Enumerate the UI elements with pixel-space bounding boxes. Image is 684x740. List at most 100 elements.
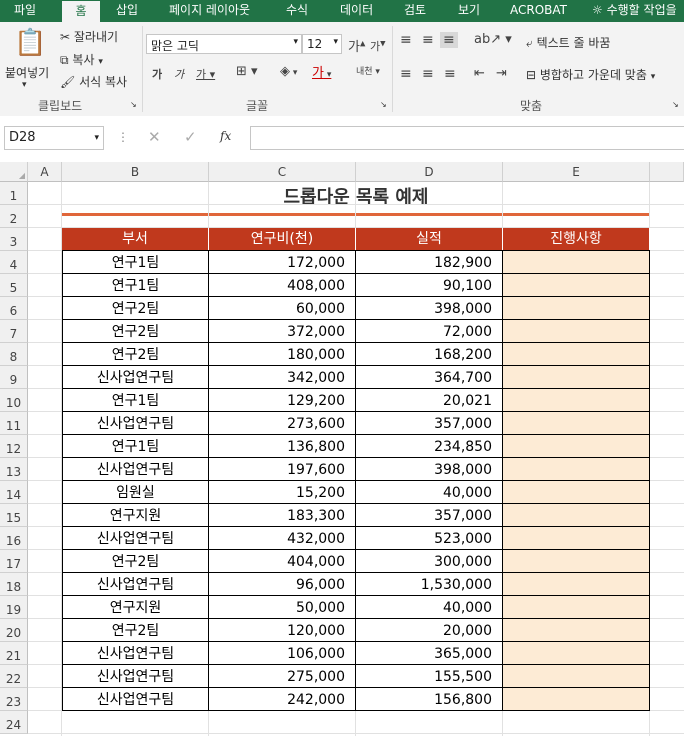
cell-department[interactable]: 신사업연구팀 <box>62 573 209 596</box>
fill-color-icon[interactable]: ◈ ▾ <box>280 64 297 79</box>
cell-department[interactable]: 신사업연구팀 <box>62 642 209 665</box>
cell-budget[interactable]: 106,000 <box>209 642 356 665</box>
cell-department[interactable]: 연구지원 <box>62 596 209 619</box>
cell-performance[interactable]: 523,000 <box>356 527 503 550</box>
font-name-select[interactable]: 맑은 고딕 ▾ <box>146 34 302 54</box>
column-header-a[interactable]: A <box>28 162 62 182</box>
row-header-2[interactable]: 2 <box>0 205 28 228</box>
cell-budget[interactable]: 136,800 <box>209 435 356 458</box>
cell-performance[interactable]: 156,800 <box>356 688 503 711</box>
cell-department[interactable]: 연구1팀 <box>62 389 209 412</box>
column-header-e[interactable]: E <box>503 162 650 182</box>
border-icon[interactable]: ⊞ ▾ <box>236 64 258 79</box>
cell-budget[interactable]: 180,000 <box>209 343 356 366</box>
decrease-font-icon[interactable]: 가▼ <box>370 38 386 54</box>
cell-budget[interactable]: 15,200 <box>209 481 356 504</box>
cell-budget[interactable]: 342,000 <box>209 366 356 389</box>
cell-status-dropdown[interactable] <box>503 550 650 573</box>
row-header-16[interactable]: 16 <box>0 527 28 550</box>
align-middle-icon[interactable]: ≡ <box>422 32 434 48</box>
cell-budget[interactable]: 432,000 <box>209 527 356 550</box>
cell-department[interactable]: 연구2팀 <box>62 297 209 320</box>
cell-budget[interactable]: 275,000 <box>209 665 356 688</box>
cell-status-dropdown[interactable] <box>503 320 650 343</box>
cell-performance[interactable]: 398,000 <box>356 297 503 320</box>
formula-input[interactable] <box>250 126 684 150</box>
merge-center-button[interactable]: ⊟ 병합하고 가운데 맞춤 ▾ <box>526 66 655 83</box>
table-header-cell[interactable]: 연구비(천) <box>209 228 356 251</box>
cell-department[interactable]: 신사업연구팀 <box>62 366 209 389</box>
row-header-6[interactable]: 6 <box>0 297 28 320</box>
cell-department[interactable]: 신사업연구팀 <box>62 665 209 688</box>
enter-icon[interactable]: ✓ <box>184 128 197 146</box>
row-header-19[interactable]: 19 <box>0 596 28 619</box>
cell-department[interactable]: 신사업연구팀 <box>62 458 209 481</box>
cell-budget[interactable]: 50,000 <box>209 596 356 619</box>
cell-performance[interactable]: 234,850 <box>356 435 503 458</box>
row-header-12[interactable]: 12 <box>0 435 28 458</box>
row-header-24[interactable]: 24 <box>0 711 28 734</box>
chevron-down-icon[interactable]: ▾ <box>22 80 27 90</box>
row-header-21[interactable]: 21 <box>0 642 28 665</box>
cell-performance[interactable]: 20,000 <box>356 619 503 642</box>
dialog-launcher-icon[interactable]: ↘ <box>130 100 137 109</box>
cell-budget[interactable]: 96,000 <box>209 573 356 596</box>
row-header-15[interactable]: 15 <box>0 504 28 527</box>
increase-font-icon[interactable]: 가▲ <box>348 36 365 55</box>
cell-performance[interactable]: 20,021 <box>356 389 503 412</box>
sheet-title[interactable]: 드롭다운 목록 예제 <box>62 182 650 215</box>
tab-insert[interactable]: 삽입 <box>116 0 138 22</box>
cell-performance[interactable]: 182,900 <box>356 251 503 274</box>
paste-button[interactable]: 붙여넣기 <box>5 64 49 81</box>
cell-budget[interactable]: 408,000 <box>209 274 356 297</box>
table-header-cell[interactable]: 부서 <box>62 228 209 251</box>
cell-performance[interactable]: 40,000 <box>356 481 503 504</box>
cell-department[interactable]: 연구지원 <box>62 504 209 527</box>
cell-department[interactable]: 연구1팀 <box>62 251 209 274</box>
name-box[interactable]: D28 ▾ <box>4 126 104 150</box>
phonetic-icon[interactable]: 내천 ▾ <box>356 64 380 77</box>
cell-department[interactable]: 연구2팀 <box>62 343 209 366</box>
cell-status-dropdown[interactable] <box>503 435 650 458</box>
cell-performance[interactable]: 72,000 <box>356 320 503 343</box>
italic-icon[interactable]: 가 <box>174 66 184 82</box>
row-header-17[interactable]: 17 <box>0 550 28 573</box>
column-header-b[interactable]: B <box>62 162 209 182</box>
select-all-corner[interactable]: ◢ <box>0 162 28 182</box>
cancel-icon[interactable]: ✕ <box>148 128 161 146</box>
cell-performance[interactable]: 300,000 <box>356 550 503 573</box>
cell-budget[interactable]: 242,000 <box>209 688 356 711</box>
tab-formulas[interactable]: 수식 <box>286 0 308 22</box>
column-header-f[interactable] <box>650 162 684 182</box>
copy-button[interactable]: ⧉ 복사 ▾ <box>60 51 103 68</box>
cell-status-dropdown[interactable] <box>503 389 650 412</box>
cell-status-dropdown[interactable] <box>503 481 650 504</box>
cell-department[interactable]: 신사업연구팀 <box>62 688 209 711</box>
cell-budget[interactable]: 372,000 <box>209 320 356 343</box>
format-painter-button[interactable]: 🖌 서식 복사 <box>60 73 127 90</box>
cell-department[interactable]: 신사업연구팀 <box>62 527 209 550</box>
cell-budget[interactable]: 172,000 <box>209 251 356 274</box>
dialog-launcher-icon[interactable]: ↘ <box>672 100 679 109</box>
table-header-cell[interactable]: 진행사항 <box>503 228 650 251</box>
underline-icon[interactable]: 가 ▾ <box>196 66 215 82</box>
insert-function-icon[interactable]: fx <box>220 129 231 143</box>
row-header-11[interactable]: 11 <box>0 412 28 435</box>
cut-button[interactable]: ✂ 잘라내기 <box>60 28 118 45</box>
align-right-icon[interactable]: ≡ <box>444 66 456 82</box>
align-left-icon[interactable]: ≡ <box>400 66 412 82</box>
cell-status-dropdown[interactable] <box>503 297 650 320</box>
cell-performance[interactable]: 365,000 <box>356 642 503 665</box>
font-size-select[interactable]: 12 ▾ <box>302 34 342 54</box>
cell-status-dropdown[interactable] <box>503 412 650 435</box>
cell-status-dropdown[interactable] <box>503 343 650 366</box>
orientation-icon[interactable]: ab↗ ▾ <box>474 32 512 47</box>
cell-department[interactable]: 신사업연구팀 <box>62 412 209 435</box>
decrease-indent-icon[interactable]: ⇤ <box>474 66 485 81</box>
worksheet-grid[interactable]: ◢ 드롭다운 목록 예제 A B C D E 1 2 3 4 5 6 7 8 9 10 11 12 13 14 15 1… <box>0 162 684 736</box>
row-header-18[interactable]: 18 <box>0 573 28 596</box>
wrap-text-button[interactable]: ⤶ 텍스트 줄 바꿈 <box>526 34 610 51</box>
tab-home[interactable]: 홈 <box>62 0 100 23</box>
cell-status-dropdown[interactable] <box>503 527 650 550</box>
dialog-launcher-icon[interactable]: ↘ <box>380 100 387 109</box>
